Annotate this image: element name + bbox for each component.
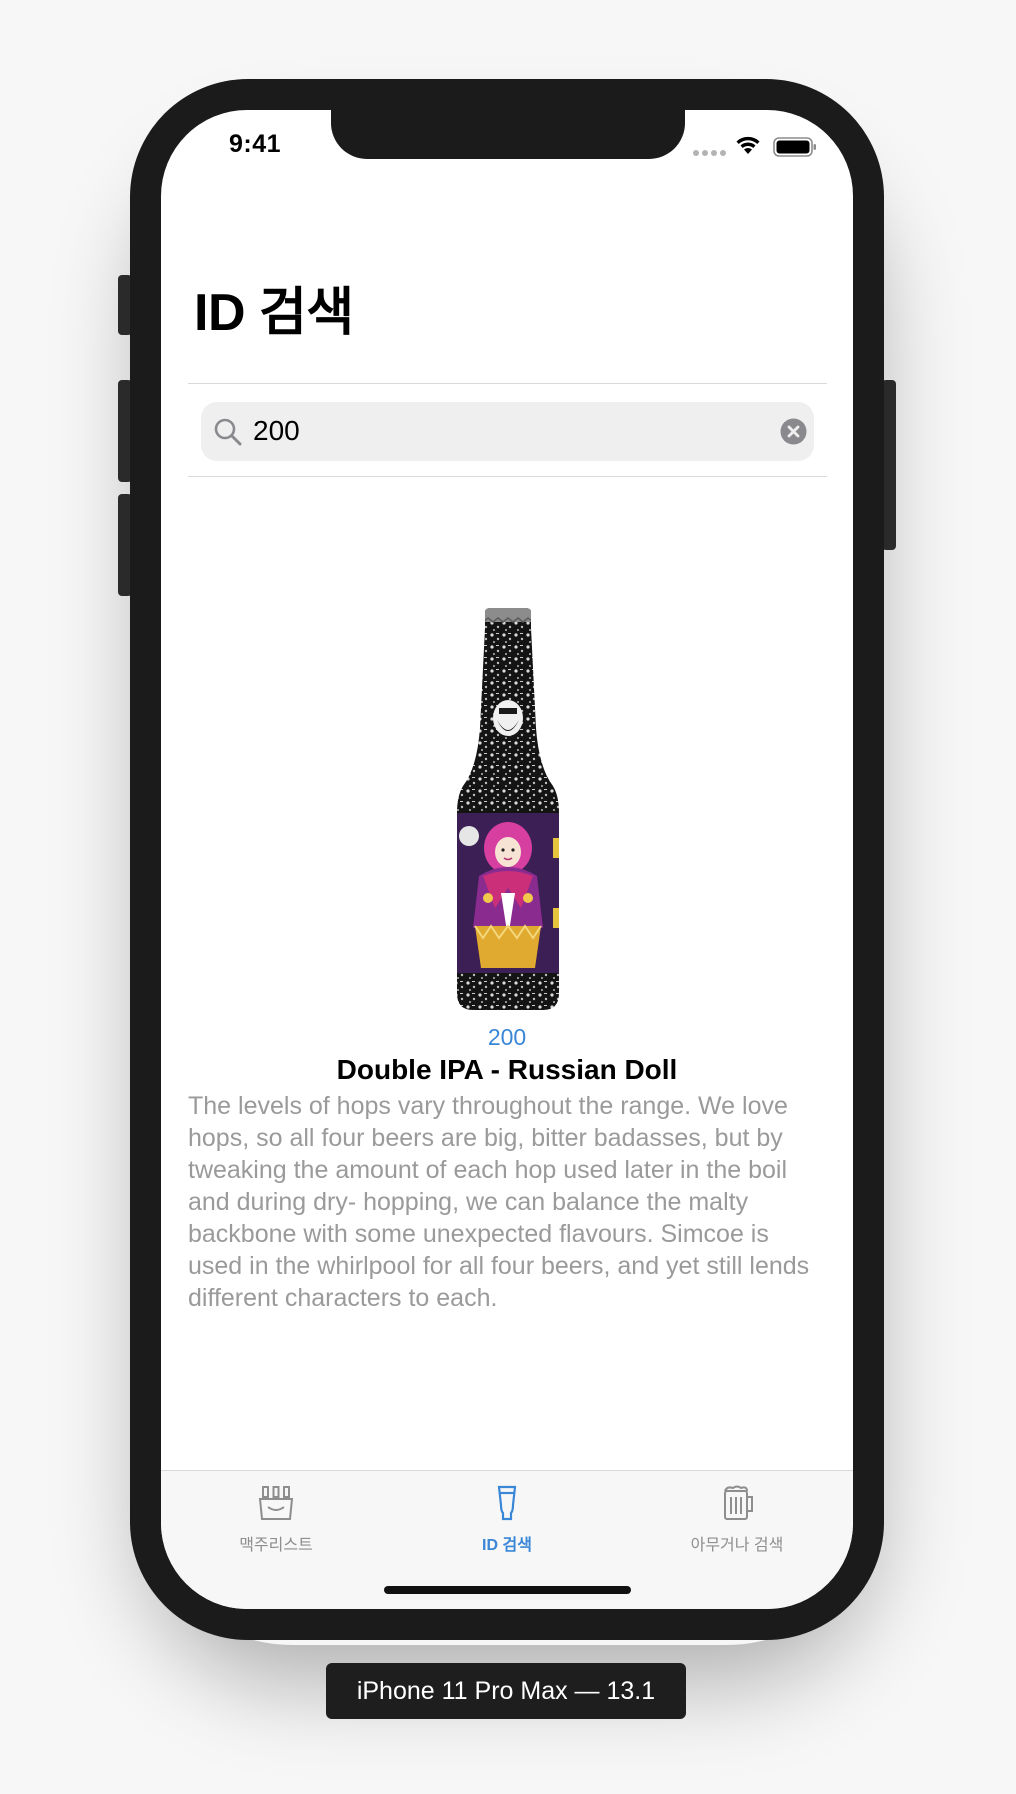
page-title: ID 검색 xyxy=(194,284,354,342)
home-indicator[interactable] xyxy=(384,1586,631,1594)
tab-label-beer-list: 맥주리스트 xyxy=(239,1537,313,1554)
tab-random-search[interactable]: 아무거나 검색 xyxy=(622,1471,852,1571)
cellular-signal-icon xyxy=(693,150,726,156)
search-bar[interactable] xyxy=(201,402,814,461)
tab-label-random-search: 아무거나 검색 xyxy=(690,1537,784,1554)
phone-screen: 9:41 ID 검색 200 200 Double IPA - Russian … xyxy=(161,110,853,1609)
beer-crate-icon xyxy=(258,1486,294,1520)
search-icon xyxy=(214,418,242,446)
beer-name: Double IPA - Russian Doll xyxy=(336,1054,678,1085)
notch xyxy=(331,110,685,159)
divider xyxy=(188,476,827,477)
divider xyxy=(188,383,827,384)
tab-beer-list[interactable]: 맥주리스트 xyxy=(161,1471,391,1571)
tab-id-search[interactable]: ID 검색 xyxy=(392,1471,622,1571)
beer-glass-icon xyxy=(497,1485,517,1521)
beer-description: The levels of hops vary throughout the r… xyxy=(188,1092,810,1312)
beer-mug-icon xyxy=(724,1485,753,1520)
device-caption: iPhone 11 Pro Max — 13.1 xyxy=(326,1663,686,1719)
power-button xyxy=(882,380,896,550)
battery-icon xyxy=(773,137,816,157)
beer-bottle-image xyxy=(457,608,559,1010)
tab-label-id-search: ID 검색 xyxy=(482,1537,532,1554)
clear-icon[interactable] xyxy=(780,418,807,445)
search-input[interactable] xyxy=(253,410,753,452)
beer-id: 200 xyxy=(487,1024,527,1050)
wifi-icon xyxy=(736,136,760,154)
status-time: 9:41 xyxy=(229,130,282,158)
